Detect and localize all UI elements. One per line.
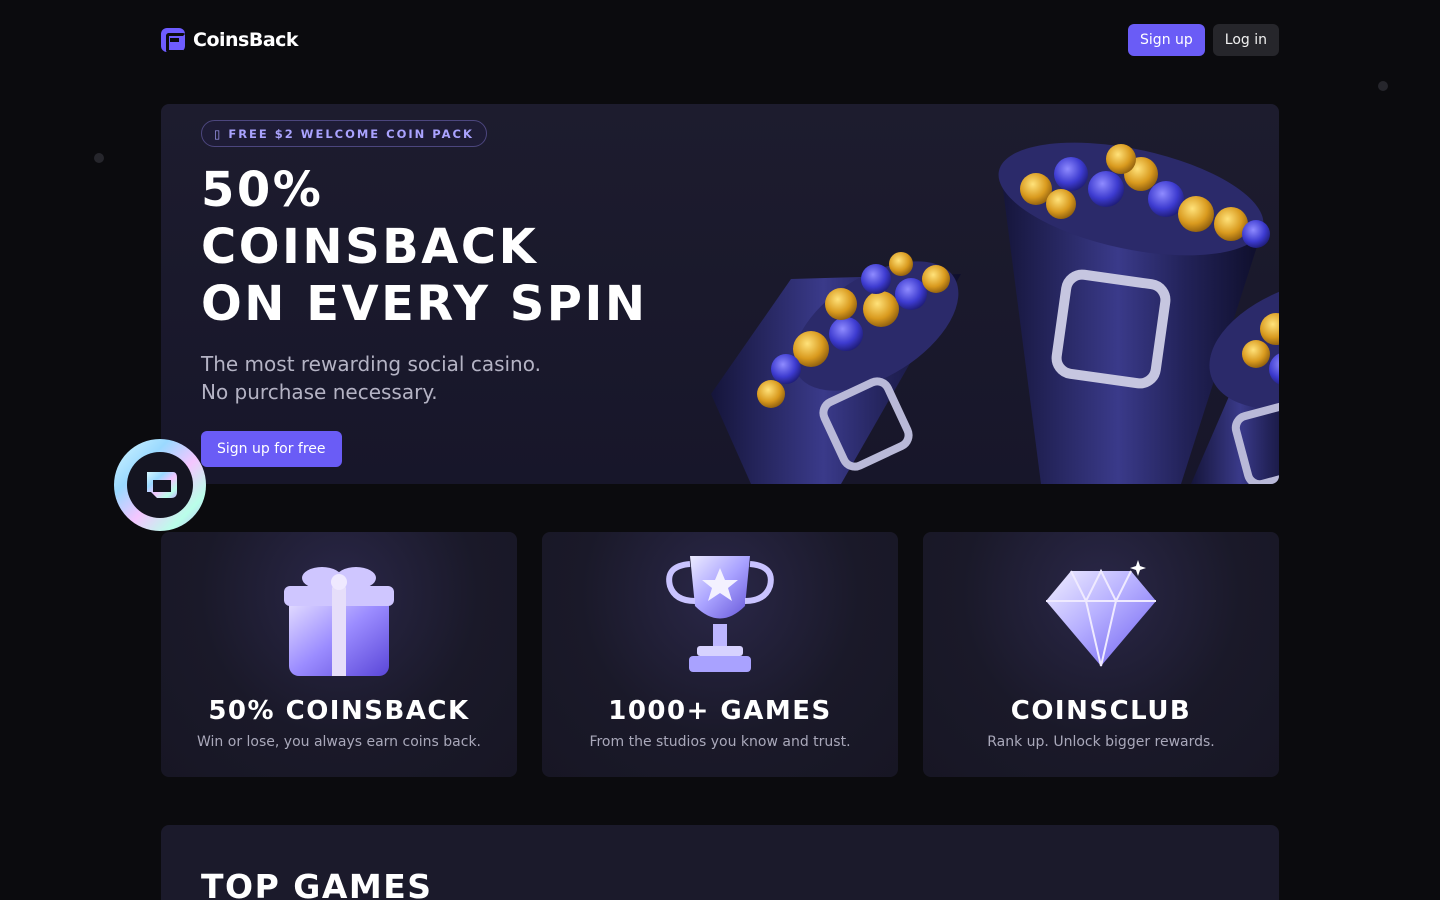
hero-title: 50% COINSBACK ON EVERY SPIN [201,162,721,333]
signup-button[interactable]: Sign up [1128,24,1205,56]
feature-description: Rank up. Unlock bigger rewards. [987,734,1215,750]
coinsback-logo-icon [161,28,186,53]
hero-subtitle-line: The most rewarding social casino. [201,352,541,376]
welcome-badge-text: FREE $2 WELCOME COIN PACK [228,126,474,141]
feature-card-coinsback: 50% COINSBACK Win or lose, you always ea… [161,532,517,777]
feature-cards: 50% COINSBACK Win or lose, you always ea… [161,532,1279,777]
hero-subtitle-line: No purchase necessary. [201,380,438,404]
auth-buttons: Sign up Log in [1128,24,1279,56]
feature-title: 1000+ GAMES [608,696,832,726]
top-navigation: CoinsBack Sign up Log in [161,24,1279,56]
trophy-icon [666,556,774,672]
top-games-section: TOP GAMES [161,825,1279,900]
background-speck [1378,81,1388,91]
signup-free-button[interactable]: Sign up for free [201,431,342,467]
brand-name: CoinsBack [193,29,299,51]
brand-logo[interactable]: CoinsBack [161,28,299,53]
feature-card-games: 1000+ GAMES From the studios you know an… [542,532,898,777]
feature-description: From the studios you know and trust. [589,734,851,750]
bucket-left [711,252,961,484]
top-games-title: TOP GAMES [201,867,433,900]
login-button[interactable]: Log in [1212,24,1279,56]
gift-icon [284,567,394,676]
hero-subtitle: The most rewarding social casino. No pur… [201,350,621,406]
gift-icon: ▯ [214,126,223,141]
feature-title: COINSCLUB [1010,696,1192,726]
diamond-icon [1046,560,1156,667]
hero-title-line: 50% [201,162,324,218]
hero-title-line: COINSBACK [201,219,539,275]
welcome-badge: ▯ FREE $2 WELCOME COIN PACK [201,120,487,147]
holographic-coin-logo-icon [114,439,206,531]
background-speck [94,153,104,163]
hero-title-line: ON EVERY SPIN [201,276,648,332]
hero-banner: ▯ FREE $2 WELCOME COIN PACK 50% COINSBAC… [161,104,1279,484]
feature-card-coinsclub: COINSCLUB Rank up. Unlock bigger rewards… [923,532,1279,777]
feature-description: Win or lose, you always earn coins back. [197,734,481,750]
feature-title: 50% COINSBACK [208,696,470,726]
